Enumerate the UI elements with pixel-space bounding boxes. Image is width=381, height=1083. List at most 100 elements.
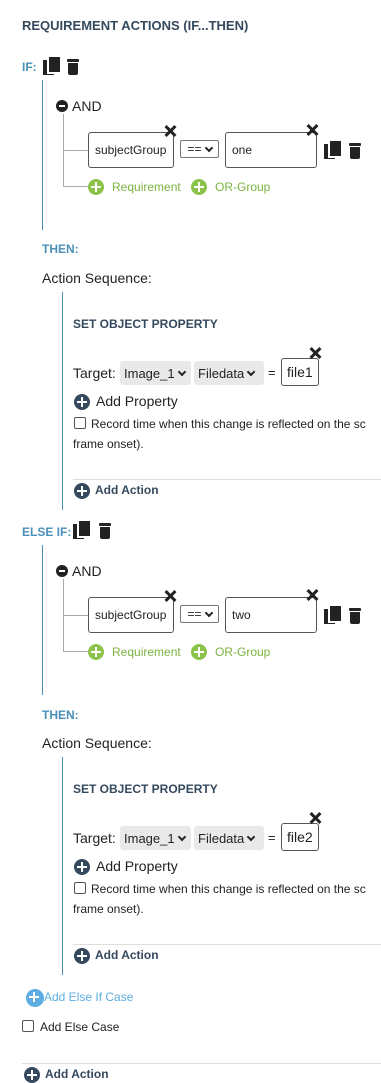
- add-property-link[interactable]: Add Property: [96, 393, 178, 409]
- collapse-and-icon[interactable]: [56, 100, 68, 112]
- remove-value-icon[interactable]: [306, 124, 318, 136]
- add-action-icon[interactable]: [74, 483, 90, 499]
- collapse-and-icon[interactable]: [56, 565, 68, 577]
- target-object-text: Image_1: [124, 830, 175, 846]
- chevron-down-icon: [204, 143, 213, 152]
- then-label: THEN:: [42, 242, 79, 256]
- copy-condition-icon[interactable]: [324, 141, 341, 159]
- operator-text: ==: [187, 142, 202, 156]
- record-time-checkbox[interactable]: [74, 417, 86, 429]
- add-or-group-icon[interactable]: [191, 644, 207, 660]
- then-connector-line: [62, 757, 63, 975]
- remove-target-value-icon[interactable]: [309, 347, 321, 359]
- remove-variable-icon[interactable]: [164, 125, 176, 137]
- copy-condition-icon[interactable]: [324, 606, 341, 624]
- add-else-if-icon[interactable]: [26, 989, 44, 1007]
- target-label: Target:: [73, 830, 116, 846]
- add-property-icon[interactable]: [74, 394, 90, 410]
- target-property-select[interactable]: Filedata: [194, 826, 264, 850]
- remove-variable-icon[interactable]: [164, 590, 176, 602]
- add-requirement-icon[interactable]: [88, 644, 104, 660]
- condition-value-text: two: [232, 608, 251, 622]
- delete-condition-icon[interactable]: [349, 607, 361, 624]
- target-value-text: file1: [287, 364, 313, 380]
- add-or-group-link[interactable]: OR-Group: [215, 180, 270, 194]
- add-action-link[interactable]: Add Action: [95, 483, 159, 497]
- tree-line: [63, 651, 88, 652]
- chevron-down-icon: [247, 367, 256, 376]
- add-property-link[interactable]: Add Property: [96, 858, 178, 874]
- record-time-text-continued: frame onset).: [73, 902, 144, 916]
- section-title: REQUIREMENT ACTIONS (IF...THEN): [22, 18, 249, 33]
- action-sequence-label: Action Sequence:: [42, 735, 152, 751]
- condition-variable-field[interactable]: subjectGroup: [88, 597, 174, 633]
- add-or-group-link[interactable]: OR-Group: [215, 645, 270, 659]
- add-requirement-icon[interactable]: [88, 179, 104, 195]
- trash-icon[interactable]: [99, 522, 111, 539]
- copy-icon[interactable]: [43, 57, 60, 75]
- add-action-icon[interactable]: [74, 948, 90, 964]
- operator-select[interactable]: ==: [180, 605, 219, 623]
- then-label: THEN:: [42, 708, 79, 722]
- copy-icon[interactable]: [73, 521, 90, 539]
- chevron-down-icon: [247, 832, 256, 841]
- delete-condition-icon[interactable]: [349, 142, 361, 159]
- condition-variable-text: subjectGroup: [95, 608, 167, 622]
- else-if-connector-line: [42, 545, 43, 695]
- chevron-down-icon: [177, 367, 186, 376]
- record-time-checkbox[interactable]: [74, 882, 86, 894]
- target-property-text: Filedata: [198, 365, 245, 381]
- add-else-if-case-link[interactable]: Add Else If Case: [44, 990, 133, 1004]
- record-time-text: Record time when this change is reflecte…: [91, 882, 366, 896]
- target-value-field[interactable]: file1: [281, 358, 319, 386]
- then-connector-line: [62, 292, 63, 510]
- add-action-link[interactable]: Add Action: [95, 948, 159, 962]
- add-property-icon[interactable]: [74, 859, 90, 875]
- condition-value-text: one: [232, 143, 253, 157]
- chevron-down-icon: [204, 608, 213, 617]
- tree-line: [63, 150, 88, 151]
- remove-value-icon[interactable]: [306, 589, 318, 601]
- target-object-select[interactable]: Image_1: [120, 826, 191, 850]
- action-sequence-label: Action Sequence:: [42, 270, 152, 286]
- equals-sign: =: [268, 365, 276, 380]
- and-label: AND: [72, 563, 102, 579]
- target-value-field[interactable]: file2: [281, 823, 319, 851]
- add-else-case-checkbox[interactable]: [22, 1020, 34, 1032]
- target-object-select[interactable]: Image_1: [120, 361, 191, 385]
- if-connector-line: [42, 80, 43, 230]
- record-time-text-continued: frame onset).: [73, 437, 144, 451]
- divider: [22, 1063, 381, 1064]
- target-property-text: Filedata: [198, 830, 245, 846]
- target-value-text: file2: [287, 829, 313, 845]
- set-object-property-title: SET OBJECT PROPERTY: [73, 317, 218, 331]
- operator-text: ==: [187, 607, 202, 621]
- tree-line: [63, 615, 88, 616]
- add-else-case-label: Add Else Case: [40, 1020, 120, 1034]
- target-object-text: Image_1: [124, 365, 175, 381]
- add-or-group-icon[interactable]: [191, 179, 207, 195]
- divider: [73, 479, 381, 480]
- else-if-label: ELSE IF:: [22, 525, 72, 539]
- and-label: AND: [72, 98, 102, 114]
- remove-target-value-icon[interactable]: [309, 812, 321, 824]
- condition-value-field[interactable]: one: [225, 132, 317, 168]
- condition-variable-text: subjectGroup: [95, 143, 167, 157]
- tree-line: [63, 186, 88, 187]
- add-action-icon[interactable]: [24, 1067, 40, 1083]
- chevron-down-icon: [177, 832, 186, 841]
- if-label: IF:: [22, 60, 37, 74]
- record-time-text: Record time when this change is reflecte…: [91, 417, 366, 431]
- trash-icon[interactable]: [67, 58, 79, 75]
- condition-variable-field[interactable]: subjectGroup: [88, 132, 174, 168]
- target-label: Target:: [73, 365, 116, 381]
- operator-select[interactable]: ==: [180, 140, 219, 158]
- target-property-select[interactable]: Filedata: [194, 361, 264, 385]
- add-requirement-link[interactable]: Requirement: [112, 645, 181, 659]
- add-requirement-link[interactable]: Requirement: [112, 180, 181, 194]
- equals-sign: =: [268, 830, 276, 845]
- divider: [73, 944, 381, 945]
- set-object-property-title: SET OBJECT PROPERTY: [73, 782, 218, 796]
- condition-value-field[interactable]: two: [225, 597, 317, 633]
- bottom-add-action-link[interactable]: Add Action: [45, 1067, 109, 1081]
